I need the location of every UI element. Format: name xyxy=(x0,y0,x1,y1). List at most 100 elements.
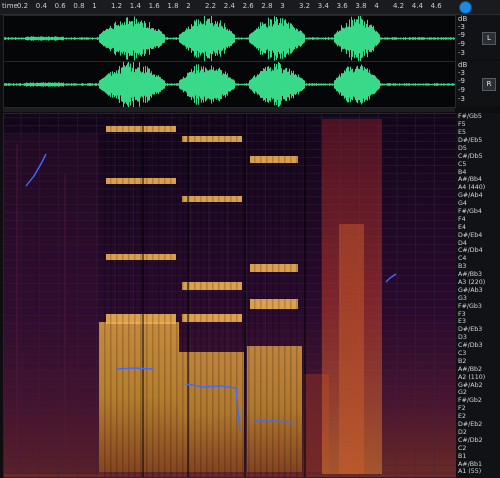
note-label: A3 (220) xyxy=(458,279,486,287)
onset-stripe xyxy=(218,114,220,477)
onset-stripe xyxy=(200,114,202,477)
ruler-tick-label: 0.4 xyxy=(35,2,47,10)
note-label: B1 xyxy=(458,452,467,460)
ruler-tick-label: 1 xyxy=(92,2,97,10)
onset-stripe xyxy=(134,114,136,477)
onset-stripe xyxy=(212,114,214,477)
db-unit: dB xyxy=(458,15,468,23)
note-label: C2 xyxy=(458,444,467,452)
note-label: G#/Ab2 xyxy=(458,381,483,389)
note-label: D4 xyxy=(458,239,467,247)
waveform-left xyxy=(4,13,455,64)
onset-stripe xyxy=(302,114,304,477)
spectrogram xyxy=(4,114,456,477)
note-label: F4 xyxy=(458,215,466,223)
channel-left-button[interactable]: L xyxy=(482,32,496,45)
note-label: A4 (440) xyxy=(458,184,486,192)
ruler-tick-label: 4.6 xyxy=(430,2,442,10)
onset-stripe xyxy=(248,114,250,477)
db-tick: -3 xyxy=(458,95,465,103)
onset-stripe xyxy=(260,114,262,477)
noise-floor xyxy=(4,134,99,474)
onset-stripe xyxy=(146,114,148,477)
onset-stripe xyxy=(152,114,154,477)
channel-right-button[interactable]: R xyxy=(482,78,496,91)
onset-stripe xyxy=(278,114,280,477)
settings-icon[interactable] xyxy=(459,1,472,14)
onset-stripe xyxy=(164,114,166,477)
energy-segment-6 xyxy=(339,224,364,474)
segment-boundary xyxy=(304,114,306,477)
ruler-tick-label: 0.8 xyxy=(73,2,85,10)
time-ruler[interactable]: time 0.2 0.4 0.6 0.8 1 1.2 1.4 1.6 1.8 2 2.2 2.4 2.6… xyxy=(0,0,500,15)
note-label: C4 xyxy=(458,255,467,263)
waveform-trace xyxy=(4,13,455,64)
note-label: D5 xyxy=(458,144,467,152)
segment-boundary xyxy=(244,114,246,477)
waveform-channel-left[interactable] xyxy=(3,13,456,64)
note-label: G3 xyxy=(458,294,467,302)
waveform-channel-right[interactable] xyxy=(3,60,456,109)
db-tick: -3 xyxy=(458,23,465,31)
ruler-tick-label: 1.8 xyxy=(167,2,179,10)
note-label: B2 xyxy=(458,357,467,365)
ruler-tick-label: 1.2 xyxy=(111,2,123,10)
ruler-tick-label: 2.2 xyxy=(205,2,217,10)
onset-stripe xyxy=(296,114,298,477)
noise-streak xyxy=(64,174,66,474)
onset-stripe xyxy=(140,114,142,477)
ruler-tick-label: 4.2 xyxy=(393,2,405,10)
ruler-tick-label: 3.2 xyxy=(299,2,311,10)
note-label: B3 xyxy=(458,263,467,271)
onset-stripe xyxy=(116,114,118,477)
note-label: C3 xyxy=(458,350,467,358)
waveform-trace xyxy=(4,60,455,109)
waveform-right-scale: dB -3 -9 -9 -3 R xyxy=(456,61,500,106)
onset-stripe xyxy=(284,114,286,477)
onset-stripe xyxy=(182,114,184,477)
db-tick: -3 xyxy=(458,49,465,57)
note-label: D#/Eb2 xyxy=(458,421,483,429)
onset-stripe xyxy=(272,114,274,477)
spectrogram-panel[interactable] xyxy=(3,113,457,478)
note-label: A#/Bb1 xyxy=(458,460,483,468)
note-label: G4 xyxy=(458,200,467,208)
note-label: G#/Ab3 xyxy=(458,286,483,294)
ruler-tick-label: 4.4 xyxy=(411,2,423,10)
ruler-tick-label: 3.8 xyxy=(355,2,367,10)
db-tick: -9 xyxy=(458,77,465,85)
note-label: D3 xyxy=(458,334,467,342)
panel-splitter[interactable] xyxy=(3,108,455,112)
note-label: C5 xyxy=(458,160,467,168)
note-label: B4 xyxy=(458,168,467,176)
ruler-tick-label: 2.8 xyxy=(261,2,273,10)
note-label: A1 (55) xyxy=(458,468,482,476)
onset-stripe xyxy=(176,114,178,477)
ruler-tick-label: 1.4 xyxy=(129,2,141,10)
onset-stripe xyxy=(236,114,238,477)
ruler-unit-label: time xyxy=(2,2,18,10)
ruler-tick-label: 2.4 xyxy=(223,2,235,10)
ruler-tick-label: 1.6 xyxy=(148,2,160,10)
db-tick: -9 xyxy=(458,86,465,94)
note-label: C#/Db5 xyxy=(458,152,483,160)
note-label: D#/Eb4 xyxy=(458,231,483,239)
note-label: G2 xyxy=(458,389,467,397)
onset-stripe xyxy=(224,114,226,477)
db-tick: -9 xyxy=(458,31,465,39)
note-label: A2 (110) xyxy=(458,373,486,381)
segment-boundary xyxy=(187,114,189,477)
onset-stripe xyxy=(266,114,268,477)
note-label: F#/Gb2 xyxy=(458,397,482,405)
note-label: D#/Eb3 xyxy=(458,326,483,334)
note-label: E5 xyxy=(458,129,466,137)
note-label: F#/Gb4 xyxy=(458,207,482,215)
note-label: F#/Gb5 xyxy=(458,113,482,121)
note-label: C#/Db3 xyxy=(458,342,483,350)
ruler-tick-label: 3.6 xyxy=(336,2,348,10)
onset-stripe xyxy=(158,114,160,477)
waveform-right xyxy=(4,60,455,109)
note-label: G#/Ab4 xyxy=(458,192,483,200)
ruler-tick-label: 0.2 xyxy=(17,2,29,10)
ruler-tick-label: 4 xyxy=(374,2,379,10)
